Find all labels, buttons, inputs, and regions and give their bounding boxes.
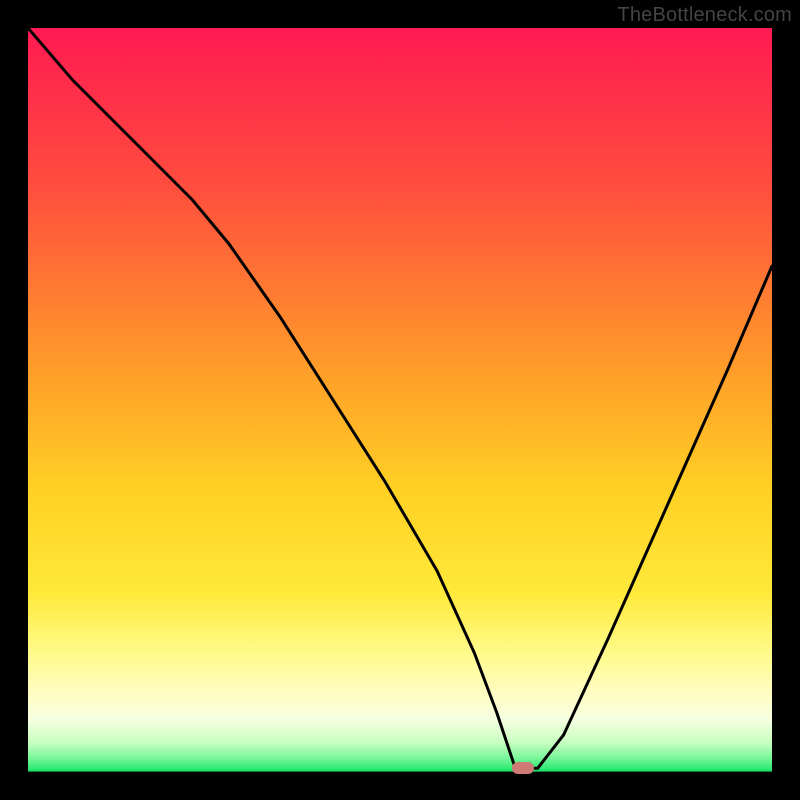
plot-area <box>28 28 772 772</box>
attribution-text: TheBottleneck.com <box>617 4 792 27</box>
bottleneck-curve <box>28 28 772 772</box>
optimal-marker <box>512 762 534 774</box>
chart-stage: TheBottleneck.com <box>0 0 800 800</box>
